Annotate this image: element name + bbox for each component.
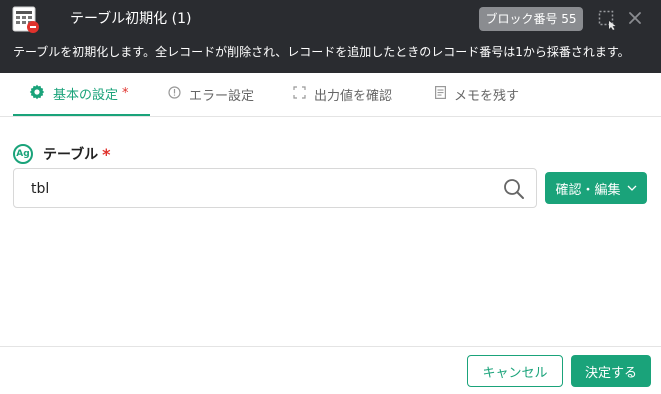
tab-error-settings-label: エラー設定 [189, 89, 255, 104]
tab-memo[interactable]: メモを残す [435, 73, 519, 116]
tab-output-value-label: 出力値を確認 [314, 89, 393, 104]
required-mark: * [102, 144, 111, 164]
dialog-header: テーブル初期化 (1) ブロック番号 55 テーブルを初期化します。全レコードが… [0, 0, 661, 73]
footer-divider [0, 346, 661, 347]
confirm-edit-button[interactable]: 確認・編集 [545, 172, 647, 204]
cancel-button[interactable]: キャンセル [467, 355, 563, 387]
block-number-badge: ブロック番号 55 [479, 7, 583, 31]
dashed-select-icon[interactable] [598, 10, 618, 30]
table-field-label: Ag テーブル * [13, 143, 111, 165]
table-field-label-text: テーブル [43, 147, 99, 163]
tab-bar: 基本の設定 * エラー設定 出力値を確認 メモを残す [0, 73, 661, 117]
table-input-value: tbl [31, 181, 50, 197]
text-type-icon: Ag [13, 144, 33, 164]
search-icon[interactable] [503, 178, 525, 200]
dialog-title: テーブル初期化 (1) [70, 11, 192, 27]
gear-icon [29, 84, 45, 104]
tab-basic-settings[interactable]: 基本の設定 * [13, 73, 150, 116]
close-icon[interactable] [626, 9, 644, 27]
tab-basic-settings-label: 基本の設定 [53, 88, 119, 103]
dialog-description: テーブルを初期化します。全レコードが削除され、レコードを追加したときのレコード番… [13, 45, 630, 59]
confirm-edit-button-label: 確認・編集 [555, 182, 621, 198]
frame-icon [293, 86, 306, 103]
required-mark: * [122, 86, 129, 101]
info-circle-icon [168, 86, 181, 103]
chevron-down-icon [627, 183, 637, 194]
confirm-button[interactable]: 決定する [571, 355, 651, 387]
memo-icon [435, 86, 447, 103]
table-reset-icon [12, 6, 40, 34]
table-input[interactable]: tbl [13, 168, 537, 208]
tab-memo-label: メモを残す [454, 89, 520, 104]
tab-error-settings[interactable]: エラー設定 [168, 73, 254, 116]
tab-output-value[interactable]: 出力値を確認 [293, 73, 392, 116]
